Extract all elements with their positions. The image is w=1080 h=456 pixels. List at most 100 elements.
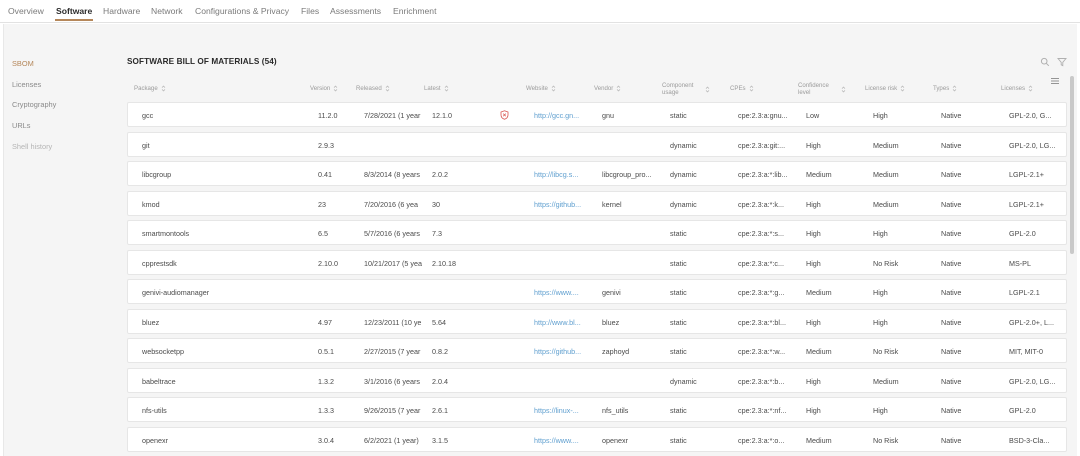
vulnerability-shield-icon[interactable] xyxy=(500,110,509,120)
cell-cpes: cpe:2.3:a:*:g... xyxy=(738,288,785,297)
cell-website[interactable]: http://gcc.gn... xyxy=(534,111,588,120)
sidebar-item-urls[interactable]: URLs xyxy=(12,121,30,130)
tab-software[interactable]: Software xyxy=(56,6,92,16)
sort-icon[interactable] xyxy=(705,85,710,93)
table-row[interactable]: cpprestsdk 2.10.0 10/21/2017 (5 yea 2.10.18… xyxy=(127,249,1067,275)
sort-icon[interactable] xyxy=(161,85,166,92)
table-row[interactable]: websocketpp 0.5.1 2/27/2015 (7 year 0.8.2 ht… xyxy=(127,338,1067,363)
column-header-license-risk[interactable]: License risk xyxy=(865,85,905,92)
sort-icon[interactable] xyxy=(385,85,390,92)
cell-component-usage: static xyxy=(670,347,687,356)
cell-types: Native xyxy=(941,111,962,120)
tab-assessments[interactable]: Assessments xyxy=(330,6,381,16)
table-row[interactable]: git 2.9.3 dynamic cpe:2.3:a:git:... High Medi… xyxy=(127,131,1067,157)
tab-files[interactable]: Files xyxy=(301,6,319,16)
cell-types: Native xyxy=(941,140,962,150)
cell-licenses: MS-PL xyxy=(1009,258,1031,268)
cell-website[interactable]: http://libcg.s... xyxy=(534,170,588,179)
cell-website[interactable]: https://github... xyxy=(534,200,588,209)
column-header-cpes[interactable]: CPEs xyxy=(730,85,754,92)
vertical-scrollbar[interactable] xyxy=(1070,76,1074,254)
filter-icon[interactable] xyxy=(1057,57,1067,67)
top-tab-bar: Overview Software Hardware Network Configura… xyxy=(0,0,1080,23)
column-header-component-usage[interactable]: Component usage xyxy=(662,82,710,96)
column-header-label: Released xyxy=(356,85,382,93)
sort-icon[interactable] xyxy=(952,85,957,92)
sidebar-item-shell-history[interactable]: Shell history xyxy=(12,142,52,151)
table-row[interactable]: gcc 11.2.0 7/28/2021 (1 year 12.1.0 http://g… xyxy=(127,102,1067,127)
cell-license-risk: High xyxy=(873,288,888,297)
cell-cpes: cpe:2.3:a:*:lib... xyxy=(738,170,788,179)
column-header-website[interactable]: Website xyxy=(526,85,556,92)
sidebar-item-licenses[interactable]: Licenses xyxy=(12,80,41,89)
search-icon[interactable] xyxy=(1040,57,1050,67)
cell-package: websocketpp xyxy=(142,347,184,356)
column-header-version[interactable]: Version xyxy=(310,85,338,92)
cell-latest: 0.8.2 xyxy=(432,347,448,356)
column-header-label: Vendor xyxy=(594,85,614,93)
table-row[interactable]: libcgroup 0.41 8/3/2014 (8 years 2.0.2 http:… xyxy=(127,161,1067,186)
table-row[interactable]: kmod 23 7/20/2016 (6 yea 30 https://github..… xyxy=(127,190,1067,216)
cell-license-risk: High xyxy=(873,229,888,238)
column-header-label: Types xyxy=(933,85,950,93)
table-row[interactable]: genivi-audiomanager https://www.... genivi… xyxy=(127,279,1067,304)
sort-icon[interactable] xyxy=(1028,85,1033,92)
cell-confidence: High xyxy=(806,199,821,209)
column-header-label: Licenses xyxy=(1001,85,1026,93)
column-header-licenses[interactable]: Licenses xyxy=(1001,85,1033,92)
tab-enrichment[interactable]: Enrichment xyxy=(393,6,436,16)
table-row[interactable]: openexr 3.0.4 6/2/2021 (1 year) 3.1.5 https:… xyxy=(127,426,1067,452)
tab-overview[interactable]: Overview xyxy=(8,6,44,16)
cell-latest: 2.6.1 xyxy=(432,406,448,415)
sort-icon[interactable] xyxy=(841,85,846,93)
cell-website[interactable]: http://www.bl... xyxy=(534,318,588,327)
cell-component-usage: static xyxy=(670,288,687,297)
table-row[interactable]: nfs-utils 1.3.3 9/26/2015 (7 year 2.6.1 http… xyxy=(127,397,1067,422)
cell-licenses: GPL-2.0, LG... xyxy=(1009,376,1056,386)
column-header-confidence[interactable]: Confidence level xyxy=(798,82,846,96)
column-header-package[interactable]: Package xyxy=(134,85,166,92)
sort-icon[interactable] xyxy=(616,85,621,92)
cell-latest: 2.0.2 xyxy=(432,170,448,179)
cell-website[interactable]: https://github... xyxy=(534,347,588,356)
tab-configurations-privacy[interactable]: Configurations & Privacy xyxy=(195,6,289,16)
tab-hardware[interactable]: Hardware xyxy=(103,6,140,16)
table-row[interactable]: bluez 4.97 12/23/2011 (10 ye 5.64 http://www… xyxy=(127,308,1067,334)
cell-version: 3.0.4 xyxy=(318,435,334,445)
sidebar-item-cryptography[interactable]: Cryptography xyxy=(12,100,56,109)
cell-component-usage: static xyxy=(670,406,687,415)
cell-released: 8/3/2014 (8 years xyxy=(364,170,420,179)
cell-component-usage: dynamic xyxy=(670,170,697,179)
cell-website[interactable]: https://www.... xyxy=(534,288,588,297)
column-header-types[interactable]: Types xyxy=(933,85,957,92)
cell-website[interactable]: https://www.... xyxy=(534,436,588,445)
cell-website[interactable]: https://linux-... xyxy=(534,406,588,415)
cell-latest: 2.0.4 xyxy=(432,376,448,386)
sort-icon[interactable] xyxy=(749,85,754,92)
cell-licenses: LGPL-2.1 xyxy=(1009,288,1040,297)
sort-icon[interactable] xyxy=(333,85,338,92)
sort-icon[interactable] xyxy=(444,85,449,92)
column-header-vendor[interactable]: Vendor xyxy=(594,85,621,92)
table-row[interactable]: smartmontools 6.5 5/7/2016 (6 years 7.3 stat… xyxy=(127,220,1067,245)
cell-license-risk: High xyxy=(873,406,888,415)
column-header-latest[interactable]: Latest xyxy=(424,85,449,92)
sort-icon[interactable] xyxy=(551,85,556,92)
cell-cpes: cpe:2.3:a:*:c... xyxy=(738,258,784,268)
column-header-released[interactable]: Released xyxy=(356,85,390,92)
tab-network[interactable]: Network xyxy=(151,6,183,16)
cell-types: Native xyxy=(941,199,962,209)
cell-vendor: genivi xyxy=(602,288,621,297)
cell-version: 23 xyxy=(318,199,326,209)
cell-component-usage: dynamic xyxy=(670,199,697,209)
cell-version: 0.41 xyxy=(318,170,332,179)
cell-cpes: cpe:2.3:a:*:o... xyxy=(738,435,785,445)
sidebar-item-sbom[interactable]: SBOM xyxy=(12,59,34,68)
cell-license-risk: Medium xyxy=(873,199,899,209)
columns-menu-icon[interactable] xyxy=(1050,77,1060,85)
cell-package: cpprestsdk xyxy=(142,258,177,268)
cell-released: 7/20/2016 (6 yea xyxy=(364,199,418,209)
cell-types: Native xyxy=(941,170,962,179)
table-row[interactable]: babeltrace 1.3.2 3/1/2016 (6 years 2.0.4 dyn… xyxy=(127,367,1067,393)
sort-icon[interactable] xyxy=(900,85,905,92)
